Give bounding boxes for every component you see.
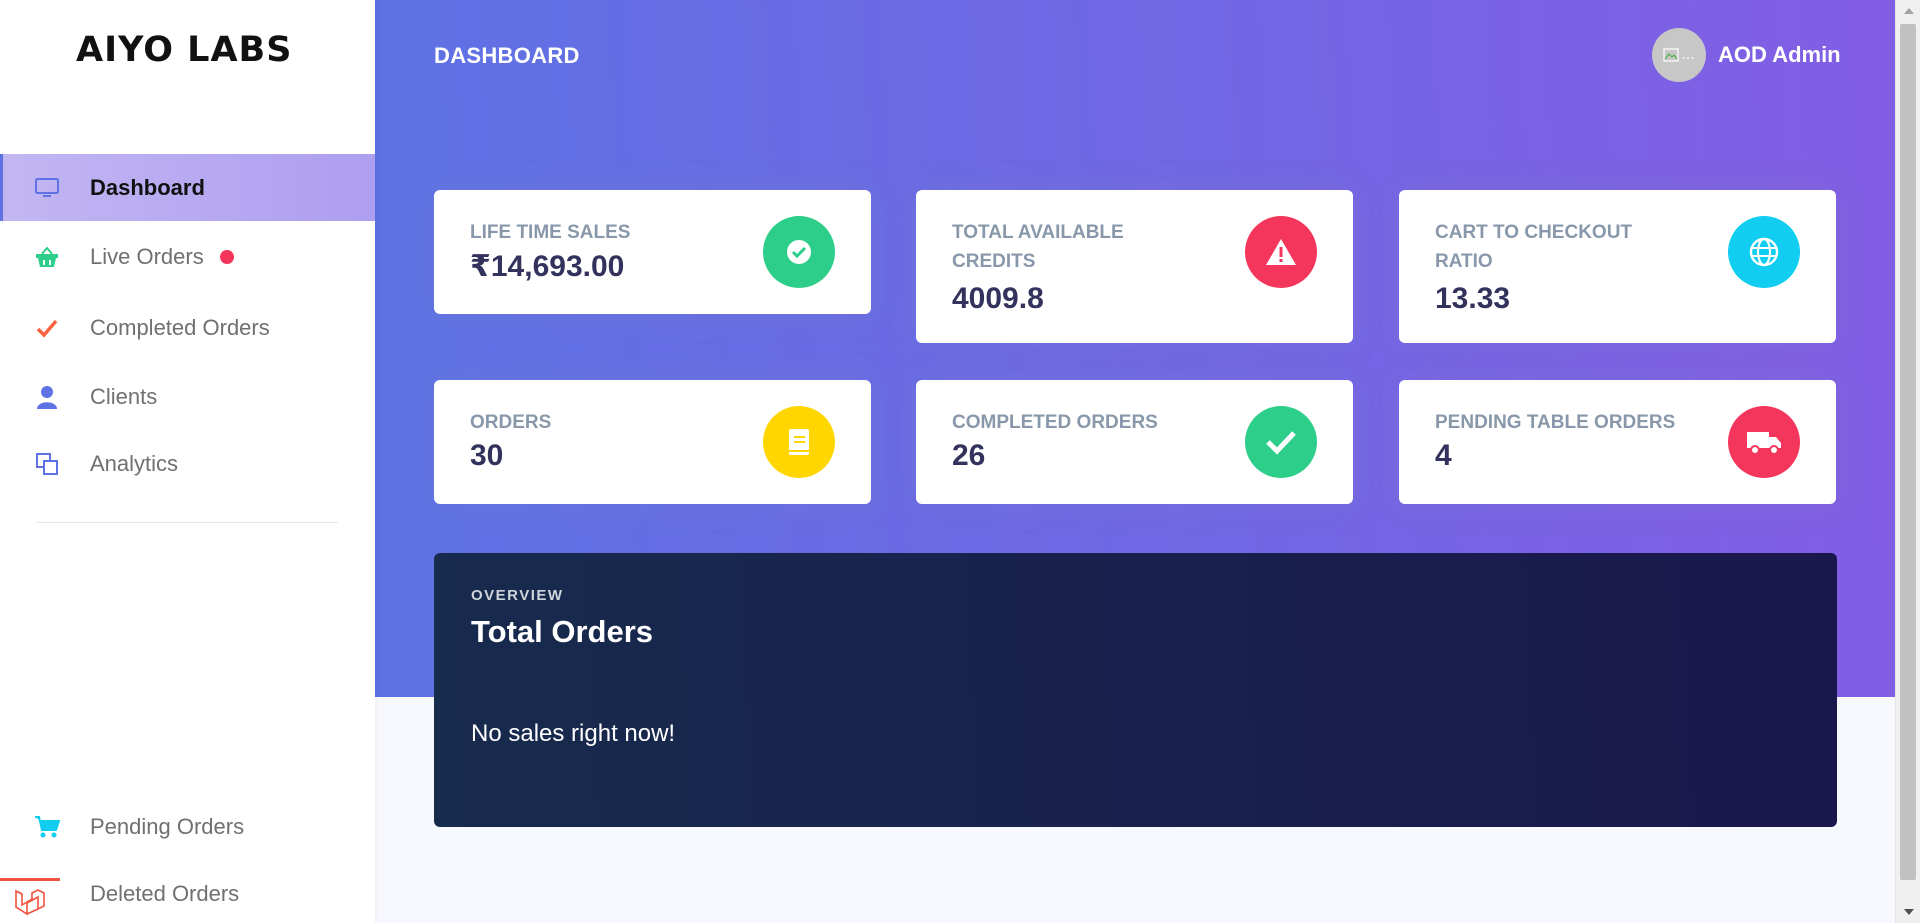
book-icon [763, 406, 835, 478]
scroll-down-arrow-icon[interactable] [1896, 901, 1920, 923]
copy-icon [34, 451, 60, 477]
stat-card-available-credits: TOTAL AVAILABLE CREDITS 4009.8 [916, 190, 1353, 343]
stat-label: ORDERS [470, 412, 552, 433]
avatar[interactable]: ... [1652, 28, 1706, 82]
sidebar-item-live-orders[interactable]: Live Orders [0, 221, 375, 293]
monitor-icon [34, 175, 60, 201]
user-menu[interactable]: ... AOD Admin [1652, 28, 1841, 82]
laravel-logo-icon [0, 878, 60, 923]
sidebar-item-analytics[interactable]: Analytics [0, 430, 375, 497]
overview-subtitle: OVERVIEW [471, 587, 564, 604]
stat-card-completed-orders: COMPLETED ORDERS 26 [916, 380, 1353, 504]
sidebar-nav: Dashboard Live Orders Completed Orders C… [0, 154, 375, 497]
user-name[interactable]: AOD Admin [1718, 42, 1841, 68]
stat-label: COMPLETED ORDERS [952, 412, 1158, 433]
sidebar-item-dashboard[interactable]: Dashboard [0, 154, 375, 221]
sidebar-divider [36, 522, 338, 523]
sidebar-item-label: Deleted Orders [90, 880, 240, 906]
sidebar-item-clients[interactable]: Clients [0, 363, 375, 430]
stat-label: CART TO CHECKOUT RATIO [1435, 222, 1633, 272]
sidebar-item-label: Clients [90, 383, 158, 409]
cart-icon [34, 814, 60, 840]
stat-card-pending-table-orders: PENDING TABLE ORDERS 4 [1399, 380, 1836, 504]
globe-icon [1728, 216, 1800, 288]
empty-state-message: No sales right now! [471, 720, 676, 747]
scrollbar-thumb[interactable] [1900, 24, 1916, 880]
sidebar-item-label: Live Orders [90, 244, 204, 269]
stat-label: LIFE TIME SALES [470, 222, 631, 243]
stat-card-cart-checkout-ratio: CART TO CHECKOUT RATIO 13.33 [1399, 190, 1836, 343]
sidebar-item-label: Analytics [90, 450, 179, 476]
stat-value: 13.33 [1435, 282, 1511, 315]
sidebar-item-label: Dashboard [90, 174, 205, 200]
sidebar-item-label: Completed Orders [90, 315, 270, 340]
stat-card-orders: ORDERS 30 [434, 380, 871, 504]
check-icon [34, 315, 60, 341]
basket-icon [34, 244, 60, 270]
live-indicator-dot [219, 250, 234, 264]
user-icon [34, 384, 60, 410]
check-circle-icon [763, 216, 835, 288]
vertical-scrollbar[interactable] [1895, 0, 1920, 923]
sidebar-item-label: Pending Orders [90, 813, 245, 839]
truck-icon [1728, 406, 1800, 478]
page-title[interactable]: DASHBOARD [434, 43, 580, 69]
stat-label: PENDING TABLE ORDERS [1435, 412, 1676, 433]
overview-panel: OVERVIEW Total Orders No sales right now… [434, 553, 1837, 827]
sidebar-item-completed-orders[interactable]: Completed Orders [0, 293, 375, 363]
check-icon [1245, 406, 1317, 478]
stat-label: TOTAL AVAILABLE CREDITS [952, 222, 1124, 272]
overview-title: Total Orders [471, 614, 654, 649]
broken-image-icon [1663, 48, 1679, 62]
stat-value: 4009.8 [952, 282, 1044, 315]
sidebar-item-pending-orders[interactable]: Pending Orders [0, 793, 375, 860]
avatar-alt-text: ... [1681, 46, 1695, 63]
sidebar: AIYO LABS Dashboard Live Orders Complete… [0, 0, 375, 923]
scroll-up-arrow-icon[interactable] [1896, 0, 1920, 22]
warning-icon [1245, 216, 1317, 288]
brand-logo[interactable]: AIYO LABS [76, 30, 292, 70]
stat-card-lifetime-sales: LIFE TIME SALES ₹14,693.00 [434, 190, 871, 314]
